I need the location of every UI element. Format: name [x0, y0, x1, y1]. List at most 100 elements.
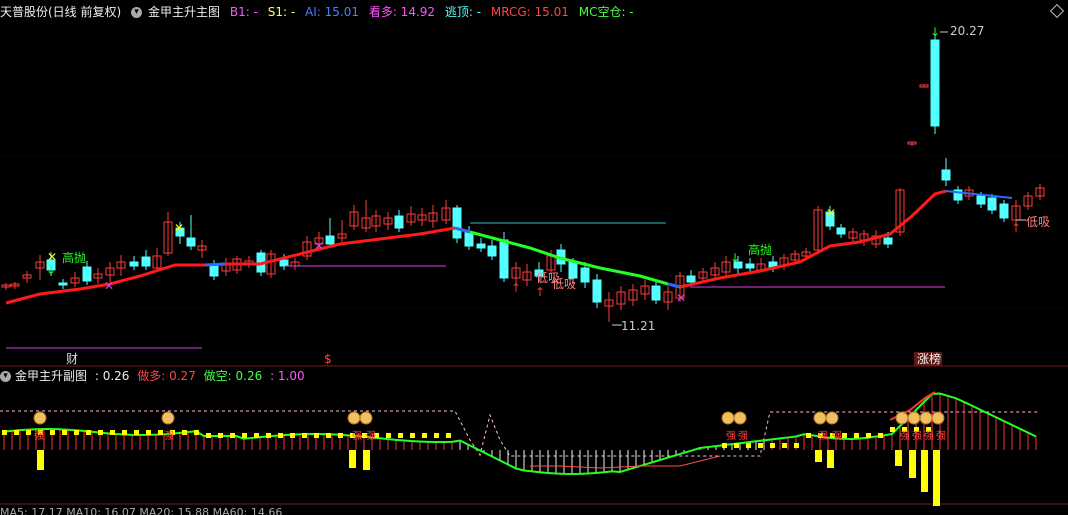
candle-down [745, 263, 755, 269]
sub-signal-square [878, 433, 883, 438]
sub-signal-square [218, 433, 223, 438]
low-price-label: 11.21 [621, 319, 655, 333]
candle-down [186, 237, 196, 247]
qiang-label: 强 [164, 430, 174, 442]
money-bag-icon [813, 411, 827, 425]
sub-signal-square [26, 430, 31, 435]
candle-down [686, 275, 696, 283]
trend-line-blue [667, 282, 681, 289]
sub-signal-square [50, 430, 55, 435]
qiang-label: 强 [726, 430, 736, 442]
ratio-value: : 1.00 [270, 369, 305, 383]
down-arrow-icon: ↓ [930, 25, 940, 39]
x-marker: ✕ [826, 206, 836, 220]
dixi-label-2: 低吸 [552, 277, 576, 291]
x-marker: ✕ [104, 279, 114, 293]
candle-down [464, 231, 474, 247]
candle-down [941, 169, 951, 181]
money-bag-icon [931, 411, 945, 425]
sub-signal-square [314, 433, 319, 438]
candle-down [452, 207, 462, 239]
sub-signal-square [326, 433, 331, 438]
sub-signal-square [278, 433, 283, 438]
money-bag-icon [33, 411, 47, 425]
sub-yellow-bar [895, 450, 902, 466]
sub-yellow-bar [933, 450, 940, 506]
kanduo-value: 看多: 14.92 [368, 5, 436, 19]
cai-label: 财 [66, 352, 78, 366]
sub-signal-square [446, 433, 451, 438]
candle-down [999, 203, 1009, 219]
up-arrow-icon: ↑ [511, 281, 521, 295]
qiang-label: 强 [34, 430, 44, 442]
candle-down [651, 285, 661, 301]
zhangbang-label: 涨榜 [917, 351, 941, 366]
x-marker: ✕ [314, 239, 324, 253]
zuoduo-value: 做多: 0.27 [137, 369, 196, 383]
sub-signal-square [422, 433, 427, 438]
indicator-name[interactable]: 金甲主升主图 [148, 5, 220, 19]
x-marker: ✕ [174, 221, 184, 235]
stock-name[interactable]: 天普股份(日线 前复权) [0, 5, 121, 19]
indicator-menu-icon[interactable]: ▾ [131, 7, 143, 18]
sub-yellow-bar [827, 450, 834, 468]
qiang-label: 强 [738, 430, 748, 442]
sub-signal-square [14, 430, 19, 435]
sub-yellow-bar [363, 450, 370, 470]
sub-signal-square [2, 430, 7, 435]
footer-ma-values: MA5: 17.17 MA10: 16.07 MA20: 15.88 MA60:… [0, 506, 283, 515]
chart-canvas[interactable]: ✕✕✕✕✕✕高抛高抛低吸低吸低吸11.2120.27财 $ 涨榜↑ ↑↑↓↓↓强强强强… [0, 0, 1068, 515]
sub-signal-square [434, 433, 439, 438]
sub-indicator-name[interactable]: 金甲主升副图 [15, 369, 87, 383]
sub-signal-square [158, 430, 163, 435]
sub-signal-square [806, 433, 811, 438]
high-price-label: 20.27 [950, 24, 984, 38]
sub-yellow-bar [815, 450, 822, 462]
gaopao-label-1: 高抛 [62, 250, 86, 265]
sub-signal-square [386, 433, 391, 438]
sub-yellow-bar [37, 450, 44, 470]
sub-indicator-menu-icon[interactable]: ▾ [0, 371, 11, 382]
candle-down [209, 265, 219, 277]
candle-down [279, 259, 289, 267]
money-bag-icon [161, 411, 175, 425]
sub-signal-square [746, 443, 751, 448]
sub-signal-square [410, 433, 415, 438]
sub-chart-header: ▾ 金甲主升副图 : 0.26 做多: 0.27 做空: 0.26 : 1.00 [0, 366, 1068, 386]
sub-signal-square [770, 443, 775, 448]
candle-down [568, 261, 578, 279]
sub-curve-red [530, 455, 721, 469]
candle-down [580, 267, 590, 283]
money-bag-icon [359, 411, 373, 425]
up-arrow-icon: ↑ [1011, 221, 1021, 235]
up-arrow-icon: ↑ [535, 285, 545, 299]
sub-signal-square [266, 433, 271, 438]
sub-signal-square [734, 443, 739, 448]
sub-signal-square [206, 433, 211, 438]
x-marker: ✕ [47, 250, 57, 264]
s1-value: S1: - [267, 5, 296, 19]
b1-value: B1: - [229, 5, 258, 19]
sub-signal-square [194, 430, 199, 435]
down-arrow-icon: ↓ [46, 263, 56, 277]
trend-line-blue [204, 262, 226, 267]
candle-down [58, 282, 68, 286]
sub-yellow-bar [921, 450, 928, 492]
sub-signal-square [146, 430, 151, 435]
candle-down [883, 237, 893, 245]
sub-signal-square [242, 433, 247, 438]
sub-signal-square [110, 430, 115, 435]
x-marker: ✕ [676, 291, 686, 305]
candle-down [82, 266, 92, 282]
sub-yellow-bar [349, 450, 356, 468]
sub-signal-square [398, 433, 403, 438]
money-bag-icon [347, 411, 361, 425]
money-bag-icon [895, 411, 909, 425]
candle-down [987, 197, 997, 211]
sub-signal-square [890, 427, 895, 432]
sub-signal-square [98, 430, 103, 435]
sub-signal-square [230, 433, 235, 438]
mrcg-value: MRCG: 15.01 [490, 5, 569, 19]
candle-down [592, 279, 602, 303]
sub-yellow-bar [909, 450, 916, 478]
